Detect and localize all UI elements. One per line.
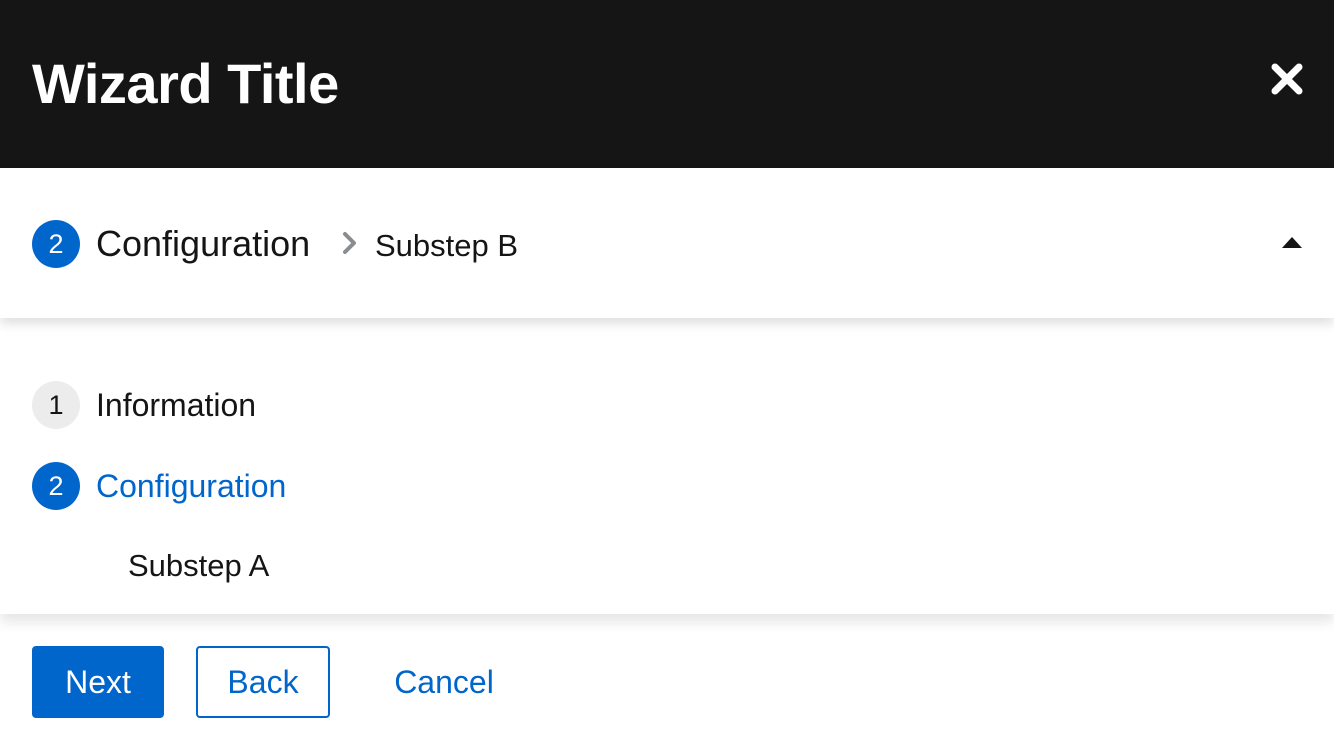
wizard-footer: Next Back Cancel: [0, 614, 1334, 750]
back-button[interactable]: Back: [196, 646, 330, 718]
nav-item-label: Configuration: [96, 468, 287, 504]
caret-up-icon[interactable]: [1280, 234, 1304, 250]
nav-item-information[interactable]: 1 Information: [0, 381, 600, 429]
nav-step-number: 1: [32, 381, 80, 429]
chevron-right-icon: [343, 232, 356, 254]
toggle-step-label: Configuration: [96, 223, 311, 264]
wizard-nav-list: 1 Information 2 Configuration Substep A: [0, 318, 1334, 614]
toggle-step-number: 2: [32, 220, 80, 268]
nav-subitem-substep-a[interactable]: Substep A: [128, 546, 269, 586]
toggle-substep-label: Substep B: [375, 228, 519, 263]
wizard-title: Wizard Title: [32, 52, 339, 115]
close-icon: [1271, 63, 1303, 95]
nav-item-configuration[interactable]: 2 Configuration: [0, 462, 600, 510]
wizard-nav-toggle[interactable]: 2 Configuration Substep B: [0, 168, 1334, 318]
cancel-button[interactable]: Cancel: [362, 646, 526, 718]
wizard-header: Wizard Title: [0, 0, 1334, 168]
nav-item-label: Information: [96, 387, 257, 423]
close-button[interactable]: [1262, 54, 1312, 104]
next-button[interactable]: Next: [32, 646, 164, 718]
nav-step-number: 2: [32, 462, 80, 510]
